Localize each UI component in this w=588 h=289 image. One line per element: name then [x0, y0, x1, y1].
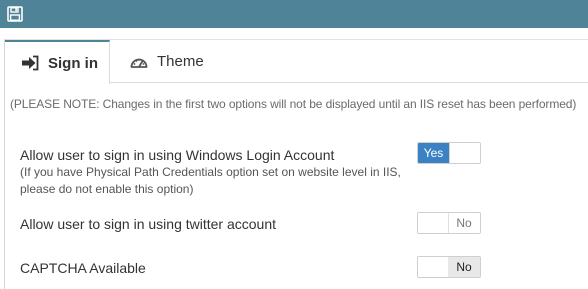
toggle-handle [418, 257, 449, 277]
windows-login-option-hint-1: (If you have Physical Path Credentials o… [20, 165, 401, 179]
iis-reset-note: (PLEASE NOTE: Changes in the first two o… [10, 97, 577, 111]
captcha-option-label: CAPTCHA Available [20, 260, 146, 276]
save-button[interactable] [6, 5, 24, 23]
tab-sign-in[interactable]: Sign in [5, 40, 110, 84]
toggle-no-label: No [448, 257, 480, 277]
toggle-no-label: No [456, 216, 472, 230]
captcha-toggle[interactable]: No [417, 256, 481, 278]
dashboard-icon [130, 54, 148, 70]
twitter-signin-toggle[interactable]: No [417, 212, 481, 234]
sign-in-icon [21, 55, 39, 71]
toggle-handle [449, 143, 480, 163]
toggle-yes-label: Yes [418, 143, 449, 163]
toggle-handle [418, 213, 449, 233]
windows-login-option-label: Allow user to sign in using Windows Logi… [20, 147, 335, 163]
tab-theme-label: Theme [157, 53, 204, 70]
tab-bar: Sign in Theme [5, 40, 588, 84]
tab-theme[interactable]: Theme [130, 40, 204, 83]
top-toolbar [0, 0, 588, 28]
windows-login-toggle[interactable]: Yes [417, 142, 481, 164]
settings-panel: Sign in Theme (PLEASE NOTE: Changes in t… [4, 39, 588, 289]
floppy-disk-icon [7, 6, 23, 22]
twitter-signin-option-label: Allow user to sign in using twitter acco… [20, 216, 277, 232]
tab-sign-in-label: Sign in [48, 54, 98, 72]
windows-login-option-hint-2: please do not enable this option) [20, 182, 194, 196]
